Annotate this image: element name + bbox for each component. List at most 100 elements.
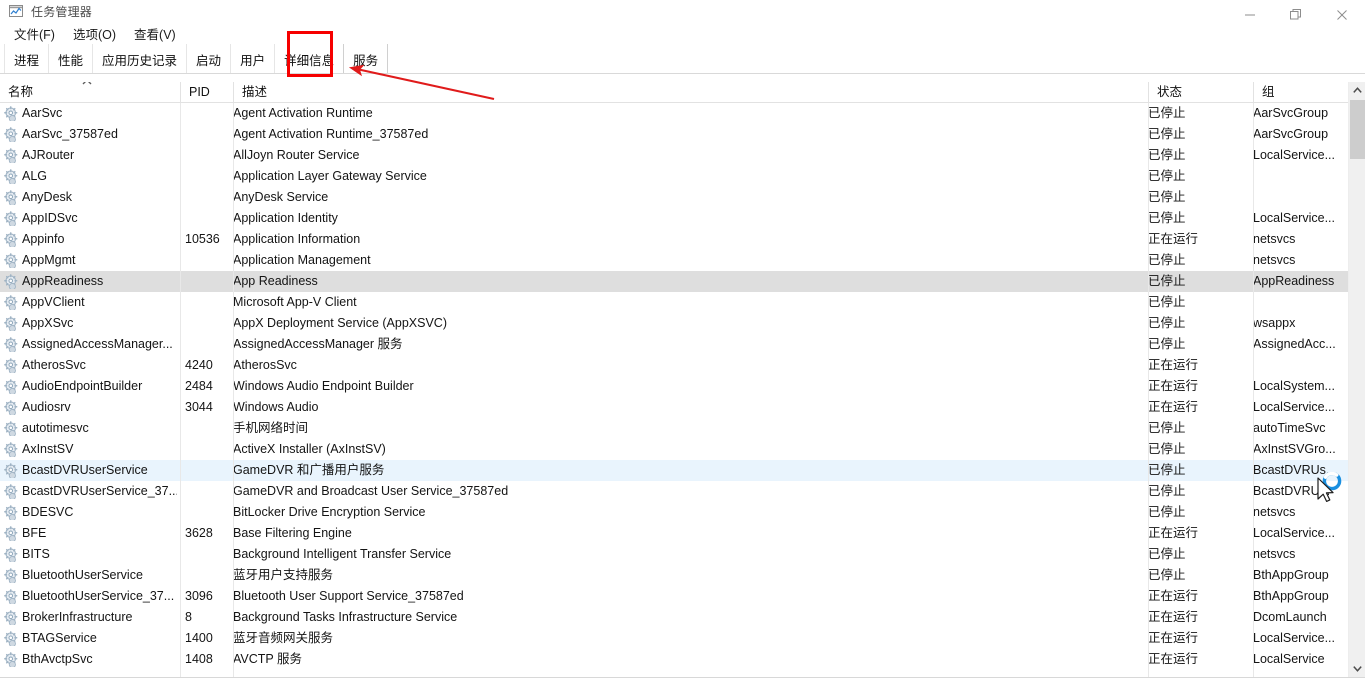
table-row[interactable]: AppIDSvc Application Identity 已停止 LocalServ… bbox=[0, 208, 1365, 229]
service-gear-icon bbox=[4, 568, 19, 585]
scroll-down-icon[interactable] bbox=[1349, 660, 1365, 677]
service-gear-icon bbox=[4, 421, 19, 438]
title-bar: 任务管理器 bbox=[0, 0, 1365, 22]
table-row[interactable]: Audiosrv 3044 Windows Audio 正在运行 LocalServic… bbox=[0, 397, 1365, 418]
cell-description: Application Management bbox=[233, 253, 371, 267]
cell-description: Base Filtering Engine bbox=[233, 526, 352, 540]
table-row[interactable]: ALG Application Layer Gateway Service 已停止 bbox=[0, 166, 1365, 187]
scroll-up-icon[interactable] bbox=[1349, 82, 1365, 99]
close-button[interactable] bbox=[1319, 0, 1365, 30]
service-gear-icon bbox=[4, 127, 19, 144]
table-row[interactable]: AJRouter AllJoyn Router Service 已停止 LocalSe… bbox=[0, 145, 1365, 166]
table-row[interactable]: AudioEndpointBuilder 2484 Windows Audio En… bbox=[0, 376, 1365, 397]
tab-app-history[interactable]: 应用历史记录 bbox=[92, 44, 188, 74]
table-row[interactable]: BDESVC BitLocker Drive Encryption Service… bbox=[0, 502, 1365, 523]
table-row[interactable]: AarSvc_37587ed Agent Activation Runtime_3… bbox=[0, 124, 1365, 145]
cell-group: LocalService... bbox=[1253, 148, 1335, 162]
table-row[interactable]: AxInstSV ActiveX Installer (AxInstSV) 已停止 A… bbox=[0, 439, 1365, 460]
cell-group: BthAppGroup bbox=[1253, 568, 1329, 582]
service-gear-icon bbox=[4, 589, 19, 606]
cell-description: AllJoyn Router Service bbox=[233, 148, 360, 162]
table-row[interactable]: BTAGService 1400 蓝牙音频网关服务 正在运行 LocalService.… bbox=[0, 628, 1365, 649]
cell-status: 已停止 bbox=[1148, 127, 1186, 141]
cell-service-name: AnyDesk bbox=[22, 190, 73, 204]
column-header-description[interactable]: 描述 bbox=[233, 82, 1148, 103]
table-row[interactable]: autotimesvc 手机网络时间 已停止 autoTimeSvc bbox=[0, 418, 1365, 439]
tab-startup[interactable]: 启动 bbox=[186, 44, 232, 74]
cell-status: 正在运行 bbox=[1148, 610, 1199, 624]
cell-pid: 10536 bbox=[185, 232, 220, 246]
menu-file[interactable]: 文件(F) bbox=[5, 22, 64, 45]
cell-status: 正在运行 bbox=[1148, 379, 1199, 393]
cell-pid bbox=[180, 271, 225, 292]
cell-status: 已停止 bbox=[1148, 337, 1186, 351]
cell-status: 正在运行 bbox=[1148, 589, 1199, 603]
cell-pid bbox=[180, 103, 225, 124]
cell-description: GameDVR 和广播用户服务 bbox=[233, 463, 385, 477]
cell-description: Background Intelligent Transfer Service bbox=[233, 547, 452, 561]
cell-status: 正在运行 bbox=[1148, 526, 1199, 540]
tab-users[interactable]: 用户 bbox=[230, 44, 276, 74]
cell-service-name: ALG bbox=[22, 169, 48, 183]
table-header-row: 名称 PID 描述 状态 组 bbox=[0, 82, 1365, 103]
cell-description: 蓝牙用户支持服务 bbox=[233, 568, 334, 582]
column-header-pid[interactable]: PID bbox=[180, 82, 233, 103]
cell-group bbox=[1253, 187, 1353, 208]
table-row[interactable]: BITS Background Intelligent Transfer Serv… bbox=[0, 544, 1365, 565]
cell-status: 已停止 bbox=[1148, 568, 1186, 582]
cell-status: 已停止 bbox=[1148, 169, 1186, 183]
service-gear-icon bbox=[4, 400, 19, 417]
tab-performance[interactable]: 性能 bbox=[48, 44, 94, 74]
cell-description: Windows Audio Endpoint Builder bbox=[233, 379, 414, 393]
cell-description: Windows Audio bbox=[233, 400, 319, 414]
column-header-status[interactable]: 状态 bbox=[1148, 82, 1253, 103]
cell-status: 已停止 bbox=[1148, 148, 1186, 162]
table-row[interactable]: BthAvctpSvc 1408 AVCTP 服务 正在运行 LocalService bbox=[0, 649, 1365, 670]
service-gear-icon bbox=[4, 379, 19, 396]
tab-processes[interactable]: 进程 bbox=[4, 44, 50, 74]
cell-group: BthAppGroup bbox=[1253, 589, 1329, 603]
cell-description: Bluetooth User Support Service_37587ed bbox=[233, 589, 464, 603]
table-row[interactable]: AppXSvc AppX Deployment Service (AppXSVC)… bbox=[0, 313, 1365, 334]
service-gear-icon bbox=[4, 169, 19, 186]
table-row[interactable]: BluetoothUserService 蓝牙用户支持服务 已停止 BthAppGro… bbox=[0, 565, 1365, 586]
service-gear-icon bbox=[4, 631, 19, 648]
table-row[interactable]: AppVClient Microsoft App-V Client 已停止 bbox=[0, 292, 1365, 313]
cell-pid bbox=[180, 313, 225, 334]
cell-pid bbox=[180, 250, 225, 271]
table-row[interactable]: AssignedAccessManager... AssignedAccessMa… bbox=[0, 334, 1365, 355]
cell-service-name: BDESVC bbox=[22, 505, 74, 519]
cell-pid bbox=[180, 481, 225, 502]
minimize-button[interactable] bbox=[1227, 0, 1273, 30]
column-header-group[interactable]: 组 bbox=[1253, 82, 1348, 103]
maximize-restore-button[interactable] bbox=[1273, 0, 1319, 30]
table-row[interactable]: AtherosSvc 4240 AtherosSvc 正在运行 bbox=[0, 355, 1365, 376]
table-row[interactable]: BFE 3628 Base Filtering Engine 正在运行 LocalSer… bbox=[0, 523, 1365, 544]
cell-group: LocalService... bbox=[1253, 526, 1335, 540]
table-row[interactable]: BrokerInfrastructure 8 Background Tasks In… bbox=[0, 607, 1365, 628]
table-row[interactable]: AppReadiness App Readiness 已停止 AppReadiness bbox=[0, 271, 1365, 292]
cell-group bbox=[1253, 292, 1353, 313]
table-row[interactable]: AarSvc Agent Activation Runtime 已停止 AarSvcG… bbox=[0, 103, 1365, 124]
column-header-name[interactable]: 名称 bbox=[0, 82, 180, 103]
vertical-scrollbar[interactable] bbox=[1348, 82, 1365, 677]
cell-group: autoTimeSvc bbox=[1253, 421, 1326, 435]
menu-options[interactable]: 选项(O) bbox=[64, 22, 125, 45]
table-row[interactable]: BcastDVRUserService_37... GameDVR and Bro… bbox=[0, 481, 1365, 502]
service-gear-icon bbox=[4, 463, 19, 480]
table-row[interactable]: AnyDesk AnyDesk Service 已停止 bbox=[0, 187, 1365, 208]
cell-service-name: BrokerInfrastructure bbox=[22, 610, 133, 624]
tab-details[interactable]: 详细信息 bbox=[274, 44, 345, 74]
cell-status: 已停止 bbox=[1148, 253, 1186, 267]
cell-description: AssignedAccessManager 服务 bbox=[233, 337, 403, 351]
menu-view[interactable]: 查看(V) bbox=[125, 22, 185, 45]
service-gear-icon bbox=[4, 484, 19, 501]
service-gear-icon bbox=[4, 232, 19, 249]
table-row[interactable]: Appinfo 10536 Application Information 正在运行 n… bbox=[0, 229, 1365, 250]
table-row[interactable]: AppMgmt Application Management 已停止 netsvcs bbox=[0, 250, 1365, 271]
cell-pid bbox=[180, 292, 225, 313]
tab-services[interactable]: 服务 bbox=[343, 44, 389, 74]
table-row[interactable]: BcastDVRUserService GameDVR 和广播用户服务 已停止 Bca… bbox=[0, 460, 1365, 481]
scrollbar-thumb[interactable] bbox=[1350, 100, 1365, 159]
table-row[interactable]: BluetoothUserService_37... 3096 Bluetooth … bbox=[0, 586, 1365, 607]
